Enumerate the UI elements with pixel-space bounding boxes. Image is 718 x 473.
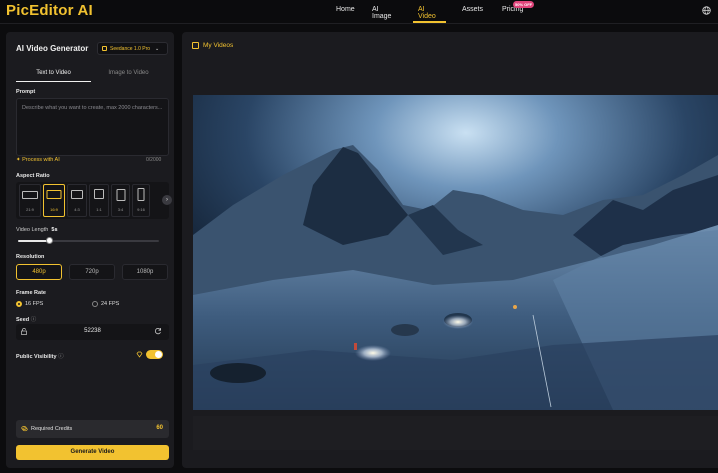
resolution-1080p[interactable]: 1080p — [122, 264, 168, 280]
model-icon — [102, 46, 107, 51]
nav-ai-image[interactable]: AI Image — [372, 6, 391, 20]
info-icon[interactable]: ⓘ — [31, 317, 37, 323]
ratio-4-3[interactable]: 4:3 — [67, 184, 87, 217]
video-library-icon — [192, 42, 199, 49]
ratio-label: 9:16 — [137, 207, 145, 212]
toggle-knob — [155, 351, 162, 358]
diamond-icon — [136, 351, 143, 358]
slider-fill — [18, 240, 49, 242]
required-credits-bar: Required Credits 60 — [16, 420, 169, 438]
refresh-icon[interactable] — [154, 327, 162, 335]
panel-title: AI Video Generator — [16, 44, 89, 53]
ratio-3-4[interactable]: 3:4 — [111, 184, 130, 217]
model-select[interactable]: Seedance 1.0 Pro ⌄ — [97, 42, 168, 55]
chevron-right-icon[interactable]: › — [162, 195, 172, 205]
prompt-input[interactable]: Describe what you want to create, max 20… — [16, 98, 169, 156]
pricing-discount-badge: 50% OFF — [513, 1, 535, 8]
ratio-16-9[interactable]: 16:9 — [43, 184, 65, 217]
fps-24-option[interactable]: 24 FPS — [92, 301, 119, 307]
aspect-ratio-label: Aspect Ratio — [16, 173, 50, 179]
ratio-shape — [94, 189, 104, 199]
ratio-shape — [116, 189, 125, 201]
video-preview[interactable] — [193, 95, 718, 410]
ratio-label: 4:3 — [74, 207, 80, 212]
ratio-label: 21:9 — [26, 207, 34, 212]
frame-rate-label: Frame Rate — [16, 290, 46, 296]
tab-image-to-video[interactable]: Image to Video — [91, 68, 166, 82]
mode-tabs: Text to Video Image to Video — [16, 68, 166, 82]
credits-value: 60 — [156, 425, 163, 431]
radio-icon — [92, 301, 98, 307]
process-label: Process with AI — [22, 157, 60, 163]
credits-label: Required Credits — [31, 426, 73, 432]
public-visibility-label: Public Visibility ⓘ — [16, 352, 64, 360]
coins-icon — [21, 426, 28, 432]
fps-24-label: 24 FPS — [101, 301, 120, 307]
char-counter: 0/2000 — [146, 157, 162, 163]
video-length-text: Video Length — [16, 227, 49, 233]
seed-label: Seed ⓘ — [16, 315, 36, 323]
ratio-1-1[interactable]: 1:1 — [89, 184, 109, 217]
top-navbar: PicEditor AI Home AI Image AI Video Asse… — [0, 0, 718, 24]
ratio-shape — [22, 191, 38, 199]
ratio-21-9[interactable]: 21:9 — [19, 184, 41, 217]
fps-16-option[interactable]: 16 FPS — [16, 301, 43, 307]
seed-value: 52238 — [84, 328, 101, 334]
video-length-label: Video Length 5s — [16, 227, 58, 233]
info-icon[interactable]: ⓘ — [58, 354, 64, 360]
generate-video-button[interactable]: Generate Video — [16, 445, 169, 460]
ratio-label: 3:4 — [117, 207, 124, 212]
seed-label-text: Seed — [16, 317, 30, 323]
seed-input[interactable]: 52238 — [16, 324, 169, 340]
globe-icon[interactable] — [702, 6, 711, 15]
nav-ai-video[interactable]: AI Video — [418, 6, 436, 20]
video-length-value: 5s — [51, 227, 58, 233]
videos-area: My Videos — [182, 32, 718, 468]
model-name: Seedance 1.0 Pro — [110, 45, 151, 52]
my-videos-header: My Videos — [192, 42, 233, 49]
aspect-ratio-selector: 21:9 16:9 4:3 1:1 3:4 9:16 › — [16, 182, 172, 219]
chevron-down-icon: ⌄ — [155, 45, 160, 52]
resolution-720p[interactable]: 720p — [69, 264, 115, 280]
resolution-label: Resolution — [16, 254, 45, 260]
nav-home[interactable]: Home — [336, 6, 355, 13]
process-with-ai-button[interactable]: ✦ Process with AI — [16, 157, 60, 163]
fps-16-label: 16 FPS — [25, 301, 44, 307]
my-videos-label: My Videos — [203, 42, 234, 49]
video-controls-bar — [193, 416, 718, 450]
slider-thumb[interactable] — [46, 237, 53, 244]
logo[interactable]: PicEditor AI — [6, 2, 93, 19]
ratio-label: 1:1 — [96, 207, 102, 212]
prompt-label: Prompt — [16, 89, 36, 95]
ratio-9-16[interactable]: 9:16 — [132, 184, 150, 217]
active-nav-indicator — [413, 21, 446, 23]
radio-selected-icon — [16, 301, 22, 307]
ratio-shape — [46, 190, 62, 199]
public-visibility-toggle[interactable] — [146, 350, 163, 359]
ratio-label: 16:9 — [50, 207, 58, 212]
ratio-shape — [71, 190, 83, 199]
visibility-text: Public Visibility — [16, 354, 57, 360]
ratio-shape — [137, 188, 145, 201]
tab-text-to-video[interactable]: Text to Video — [16, 68, 91, 82]
nav-assets[interactable]: Assets — [462, 6, 483, 13]
generator-panel: AI Video Generator Seedance 1.0 Pro ⌄ Te… — [6, 32, 174, 468]
resolution-480p[interactable]: 480p — [16, 264, 62, 280]
